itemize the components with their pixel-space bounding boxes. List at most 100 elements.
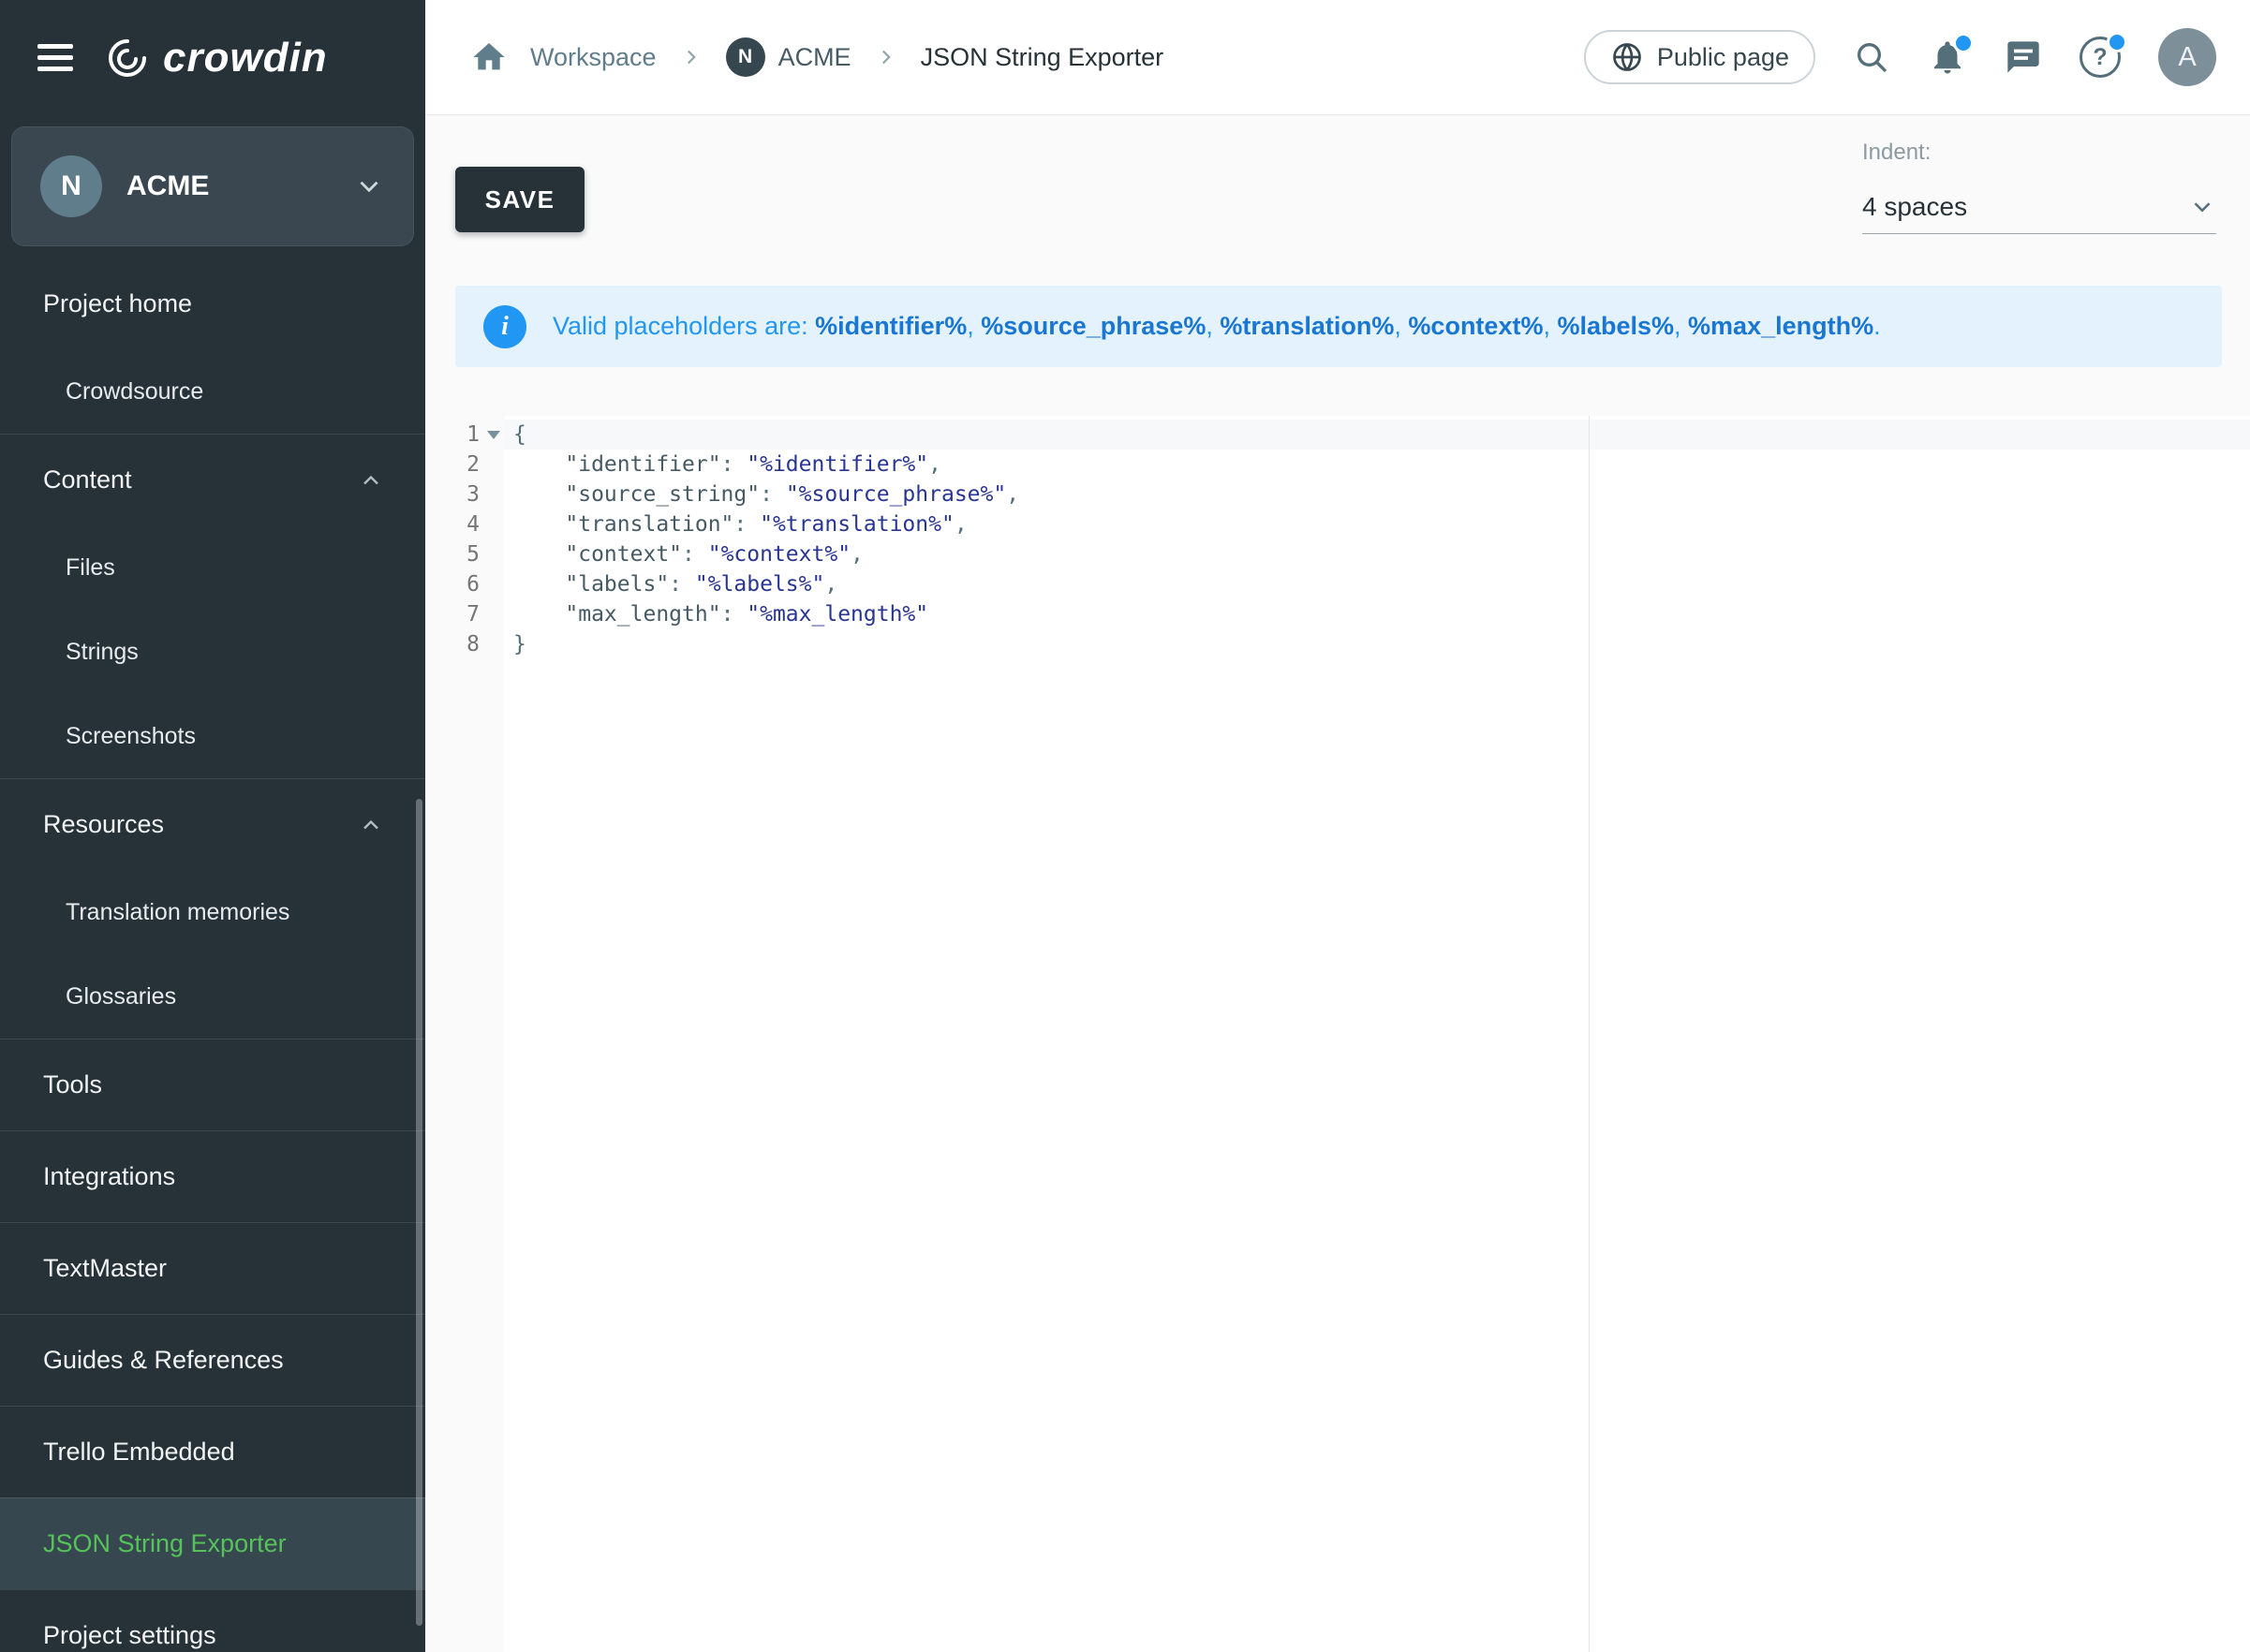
sidebar-item-textmaster[interactable]: TextMaster	[0, 1222, 425, 1314]
sidebar-item-integrations[interactable]: Integrations	[0, 1130, 425, 1222]
sidebar-item-tools[interactable]: Tools	[0, 1039, 425, 1130]
code-line: "source_string": "%source_phrase%",	[513, 479, 2250, 509]
public-page-label: Public page	[1657, 43, 1789, 72]
crowdin-logo[interactable]: crowdin	[103, 34, 328, 82]
line-number: 1	[425, 420, 504, 450]
save-button[interactable]: SAVE	[455, 167, 585, 232]
placeholders-info-banner: i Valid placeholders are: %identifier%, …	[455, 286, 2222, 367]
main-area: Workspace N ACME JSON String Exporter	[425, 0, 2250, 1652]
workspace-avatar: N	[40, 155, 102, 217]
editor-ruler	[1589, 416, 1590, 1652]
sidebar-item-trello-embedded[interactable]: Trello Embedded	[0, 1406, 425, 1497]
user-avatar[interactable]: A	[2158, 28, 2216, 86]
sidebar-item-project-settings[interactable]: Project settings	[0, 1589, 425, 1652]
sidebar-nav: Project home Crowdsource Content Files Strin…	[0, 258, 425, 1652]
breadcrumb-current-page: JSON String Exporter	[921, 43, 1164, 72]
globe-icon	[1610, 40, 1644, 74]
code-line: {	[504, 420, 2250, 450]
breadcrumb: Workspace N ACME JSON String Exporter	[470, 37, 1163, 77]
line-number: 3	[425, 479, 504, 509]
public-page-button[interactable]: Public page	[1584, 30, 1815, 84]
sidebar-scrollbar[interactable]	[416, 799, 422, 1626]
notifications-button[interactable]	[1928, 37, 1967, 77]
code-line: "identifier": "%identifier%",	[513, 450, 2250, 479]
chevron-right-icon	[874, 45, 898, 69]
sidebar-item-label: Translation memories	[66, 899, 289, 926]
indent-select[interactable]: 4 spaces	[1862, 181, 2216, 234]
breadcrumb-workspace[interactable]: Workspace	[530, 43, 657, 72]
workspace-selector[interactable]: N ACME	[11, 126, 414, 246]
indent-value: 4 spaces	[1862, 192, 1967, 222]
search-button[interactable]	[1853, 38, 1890, 76]
help-button[interactable]: ?	[2080, 37, 2121, 78]
placeholder-token: %labels%	[1557, 312, 1674, 340]
code-line: "translation": "%translation%",	[513, 509, 2250, 539]
sidebar-item-strings[interactable]: Strings	[0, 610, 425, 694]
indent-control: Indent: 4 spaces	[1862, 140, 2216, 234]
sidebar-item-label: Guides & References	[43, 1346, 284, 1375]
sidebar-item-json-string-exporter[interactable]: JSON String Exporter	[0, 1497, 425, 1589]
info-icon: i	[483, 305, 526, 348]
menu-icon[interactable]	[32, 32, 79, 83]
placeholder-token: %source_phrase%	[981, 312, 1206, 340]
sidebar-item-guides-references[interactable]: Guides & References	[0, 1314, 425, 1406]
home-icon[interactable]	[470, 38, 508, 76]
page-toolbar: SAVE Indent: 4 spaces	[425, 115, 2250, 286]
sidebar-item-content[interactable]: Content	[0, 434, 425, 525]
sidebar-item-crowdsource[interactable]: Crowdsource	[0, 349, 425, 434]
crowdin-logo-text: crowdin	[163, 35, 328, 81]
sidebar-item-project-home[interactable]: Project home	[0, 258, 425, 349]
sidebar-item-label: Integrations	[43, 1162, 175, 1191]
sidebar-item-label: Screenshots	[66, 723, 196, 750]
editor-code: { "identifier": "%identifier%", "source_…	[504, 416, 2250, 1652]
chevron-down-icon	[353, 170, 385, 202]
sidebar-item-resources[interactable]: Resources	[0, 778, 425, 870]
chevron-up-icon	[358, 812, 384, 838]
line-number: 8	[425, 629, 504, 659]
topbar: Workspace N ACME JSON String Exporter	[425, 0, 2250, 115]
breadcrumb-project[interactable]: N ACME	[726, 37, 851, 77]
sidebar-item-label: Trello Embedded	[43, 1438, 235, 1467]
line-number: 5	[425, 539, 504, 569]
notification-dot	[1953, 33, 1974, 53]
sidebar-item-label: Files	[66, 554, 115, 582]
sidebar-item-translation-memories[interactable]: Translation memories	[0, 870, 425, 954]
workspace-name: ACME	[126, 170, 209, 202]
indent-label: Indent:	[1862, 140, 2216, 166]
sidebar-item-label: Tools	[43, 1070, 102, 1099]
fold-icon[interactable]	[487, 431, 500, 439]
code-line: "max_length": "%max_length%"	[513, 599, 2250, 629]
placeholder-token: %identifier%	[815, 312, 967, 340]
code-line: "context": "%context%",	[513, 539, 2250, 569]
chevron-up-icon	[358, 467, 384, 494]
line-number: 2	[425, 450, 504, 479]
sidebar-item-label: Resources	[43, 810, 164, 839]
sidebar-item-files[interactable]: Files	[0, 525, 425, 610]
line-number: 6	[425, 569, 504, 599]
app-root: crowdin N ACME Project home Crowdsource Co…	[0, 0, 2250, 1652]
placeholder-token: %translation%	[1220, 312, 1394, 340]
sidebar-item-label: Content	[43, 465, 132, 494]
sidebar-item-label: Glossaries	[66, 983, 176, 1010]
project-avatar: N	[726, 37, 765, 77]
breadcrumb-project-label: ACME	[778, 43, 851, 72]
editor-gutter: 12345678	[425, 416, 504, 1652]
sidebar-item-label: TextMaster	[43, 1254, 167, 1283]
line-number: 7	[425, 599, 504, 629]
sidebar-item-screenshots[interactable]: Screenshots	[0, 694, 425, 778]
sidebar-item-label: Strings	[66, 639, 139, 666]
line-number: 4	[425, 509, 504, 539]
placeholder-token: %context%	[1408, 312, 1543, 340]
sidebar-item-label: Crowdsource	[66, 378, 203, 406]
code-line: "labels": "%labels%",	[513, 569, 2250, 599]
code-line: }	[513, 629, 2250, 659]
sidebar-item-label: Project settings	[43, 1621, 216, 1650]
code-editor[interactable]: 12345678 { "identifier": "%identifier%",…	[425, 416, 2250, 1652]
messages-button[interactable]	[2005, 38, 2042, 76]
sidebar-header: crowdin	[0, 0, 425, 115]
placeholder-token: %max_length%	[1688, 312, 1873, 340]
placeholders-info-text: Valid placeholders are: %identifier%, %s…	[553, 312, 1881, 341]
topbar-actions: Public page ? A	[1584, 28, 2216, 86]
sidebar-item-glossaries[interactable]: Glossaries	[0, 954, 425, 1039]
chevron-down-icon	[2188, 193, 2216, 221]
